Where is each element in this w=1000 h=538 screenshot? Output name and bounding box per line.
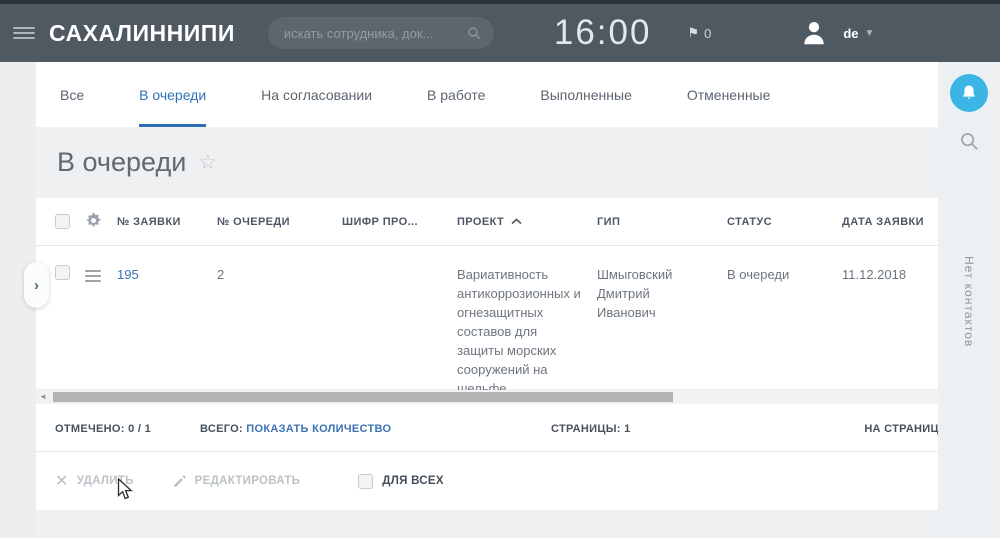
expand-panel-button[interactable]: ›	[24, 262, 49, 308]
favorite-star-icon[interactable]: ☆	[198, 150, 217, 175]
app-header: САХАЛИННИПИ 16:00 ⚑ 0 de ▼	[0, 4, 1000, 62]
cell-queue-no: 2	[217, 246, 342, 398]
bell-icon	[959, 83, 979, 103]
user-menu[interactable]: de ▼	[799, 18, 874, 48]
sidebar-search-icon[interactable]	[958, 130, 980, 152]
col-project-code[interactable]: ШИФР ПРО...	[342, 216, 457, 228]
right-sidebar: Нет контактов	[938, 62, 1000, 538]
total-counter: ВСЕГО: ПОКАЗАТЬ КОЛИЧЕСТВО	[200, 423, 391, 435]
clock: 16:00	[554, 13, 652, 53]
per-page-label[interactable]: НА СТРАНИЦУ	[864, 423, 938, 435]
tab-on-approval[interactable]: На согласовании	[261, 62, 372, 127]
col-request-no[interactable]: № ЗАЯВКИ	[117, 216, 217, 228]
select-all-checkbox[interactable]	[55, 214, 70, 229]
search-icon[interactable]	[466, 25, 482, 41]
col-request-date[interactable]: ДАТА ЗАЯВКИ	[842, 216, 932, 228]
current-page[interactable]: 1	[624, 423, 630, 435]
row-checkbox[interactable]	[55, 265, 70, 280]
page-title: В очереди	[57, 147, 186, 178]
col-gip[interactable]: ГИП	[597, 216, 727, 228]
global-search[interactable]	[268, 17, 494, 49]
tab-cancelled[interactable]: Отмененные	[687, 62, 771, 127]
marked-counter: ОТМЕЧЕНО: 0 / 1	[55, 423, 151, 435]
gear-icon[interactable]	[85, 212, 117, 232]
cell-request-date: 11.12.2018	[842, 246, 932, 398]
cell-project: Вариативность антикоррозионных и огнезащ…	[457, 246, 597, 398]
for-all-checkbox[interactable]	[358, 474, 373, 489]
table-footer: ОТМЕЧЕНО: 0 / 1 ВСЕГО: ПОКАЗАТЬ КОЛИЧЕСТ…	[36, 404, 938, 452]
hamburger-menu-icon[interactable]	[13, 24, 35, 42]
cell-gip: Шмыговский Дмитрий Иванович	[597, 246, 727, 398]
delete-button[interactable]: ✕ УДАЛИТЬ	[55, 471, 134, 491]
scroll-left-arrow-icon[interactable]: ◄	[39, 392, 47, 401]
scrollbar-thumb[interactable]	[53, 392, 673, 402]
app-title: САХАЛИННИПИ	[49, 20, 235, 47]
col-project[interactable]: ПРОЕКТ	[457, 216, 597, 228]
cell-request-no[interactable]: 195	[117, 246, 217, 398]
table-header: № ЗАЯВКИ № ОЧЕРЕДИ ШИФР ПРО... ПРОЕКТ ГИ…	[36, 198, 938, 246]
no-contacts-label: Нет контактов	[962, 256, 976, 347]
search-input[interactable]	[284, 26, 466, 41]
horizontal-scrollbar[interactable]: ◄	[36, 390, 938, 404]
tab-all[interactable]: Все	[60, 62, 84, 127]
for-all-toggle[interactable]: ДЛЯ ВСЕХ	[358, 474, 444, 489]
row-menu-icon[interactable]	[85, 246, 117, 398]
for-all-label: ДЛЯ ВСЕХ	[382, 475, 444, 487]
col-queue-no[interactable]: № ОЧЕРЕДИ	[217, 216, 342, 228]
user-lang-label[interactable]: de	[843, 26, 858, 41]
actions-bar: ✕ УДАЛИТЬ РЕДАКТИРОВАТЬ ДЛЯ ВСЕХ	[36, 452, 938, 510]
bottom-spacer	[36, 510, 938, 538]
pencil-icon	[172, 474, 187, 489]
avatar-icon[interactable]	[799, 18, 829, 48]
notifications-bell-button[interactable]	[950, 74, 988, 112]
pages-indicator: СТРАНИЦЫ: 1	[551, 423, 631, 435]
content-area: Все В очереди На согласовании В работе В…	[36, 62, 938, 538]
tab-completed[interactable]: Выполненные	[540, 62, 631, 127]
status-tabs: Все В очереди На согласовании В работе В…	[36, 62, 938, 127]
notifications-flag[interactable]: ⚑ 0	[687, 25, 711, 41]
left-gutter: ›	[0, 62, 36, 538]
table-row[interactable]: 195 2 Вариативность антикоррозионных и о…	[36, 246, 938, 390]
col-status[interactable]: СТАТУС	[727, 216, 842, 228]
cell-status: В очереди	[727, 246, 842, 398]
flag-icon: ⚑	[687, 25, 699, 41]
tab-in-queue[interactable]: В очереди	[139, 62, 206, 127]
cell-project-code	[342, 246, 457, 398]
flag-count: 0	[704, 26, 711, 41]
tab-in-progress[interactable]: В работе	[427, 62, 485, 127]
edit-button[interactable]: РЕДАКТИРОВАТЬ	[172, 474, 301, 489]
sort-asc-icon	[511, 218, 522, 225]
show-count-link[interactable]: ПОКАЗАТЬ КОЛИЧЕСТВО	[246, 423, 391, 435]
delete-x-icon: ✕	[55, 471, 69, 491]
chevron-down-icon[interactable]: ▼	[865, 28, 875, 39]
